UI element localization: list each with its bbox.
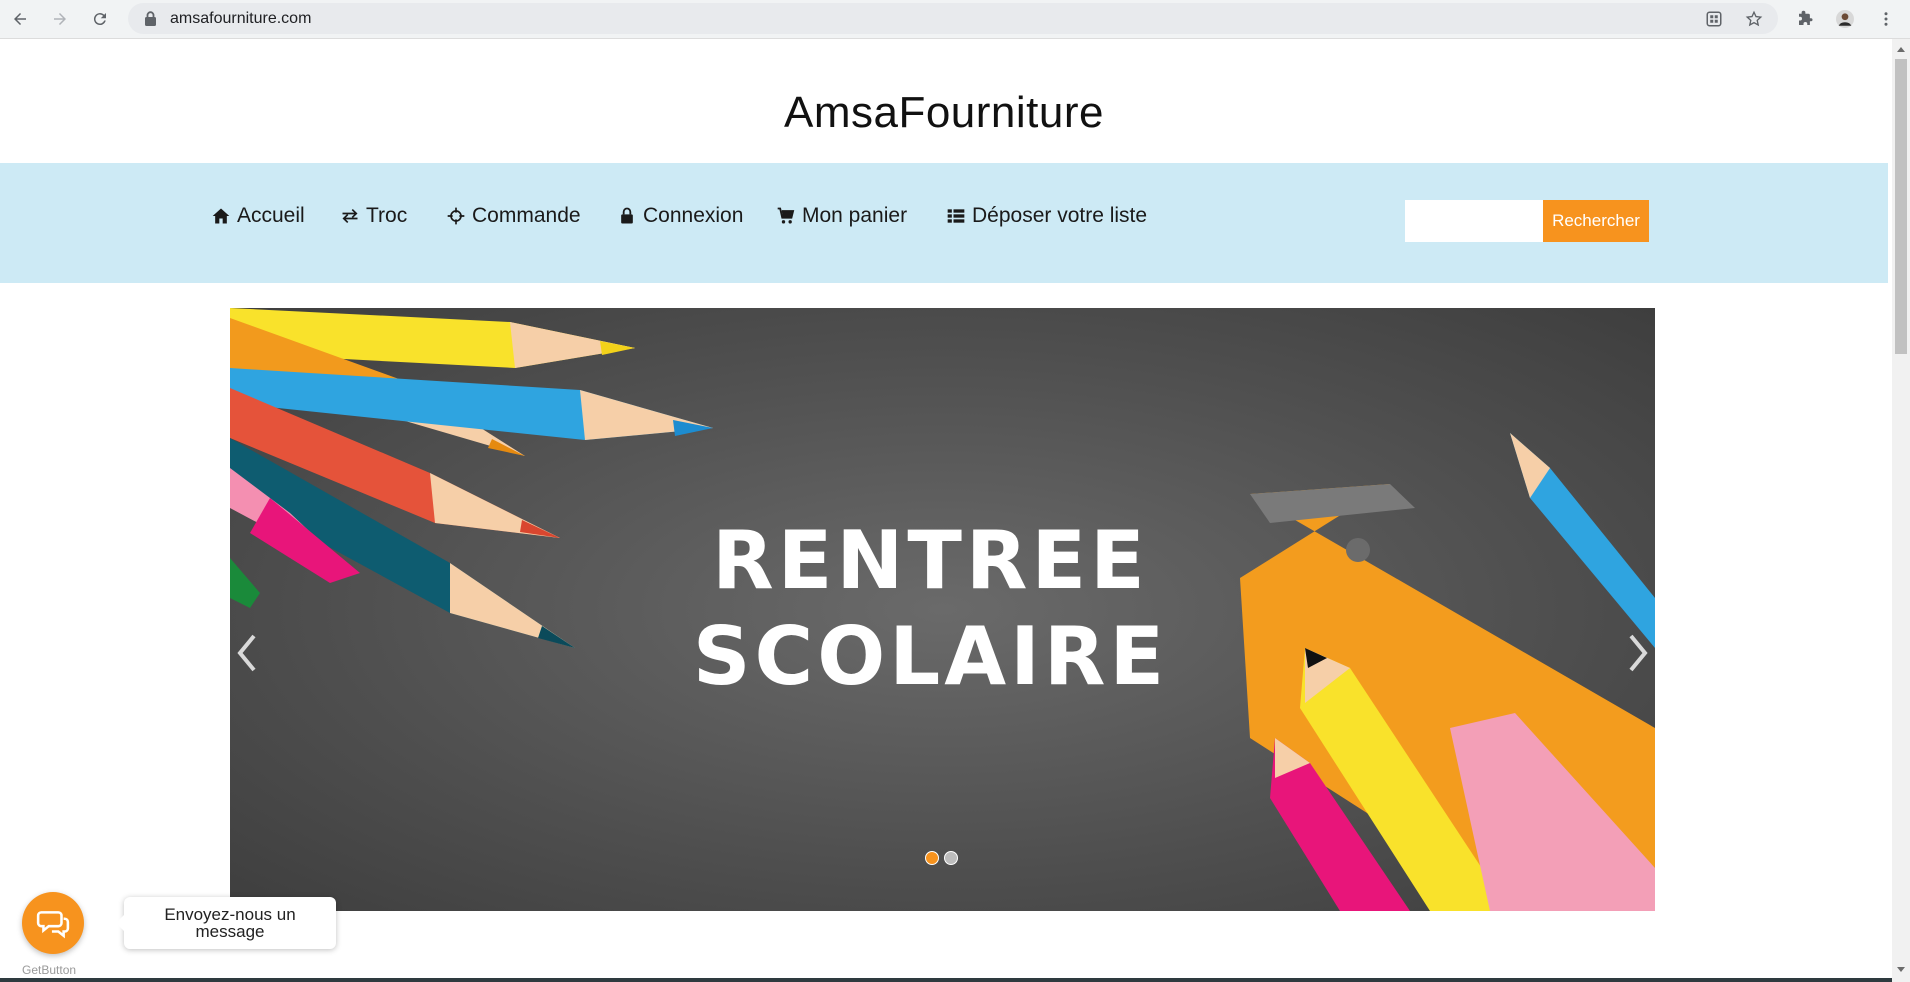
carousel-dot-1[interactable]	[925, 851, 939, 865]
scrollbar-thumb[interactable]	[1895, 59, 1907, 354]
getbutton-brand-label[interactable]: GetButton	[22, 963, 76, 977]
nav-item-mon-panier[interactable]: Mon panier	[776, 201, 907, 231]
search-button[interactable]: Rechercher	[1543, 200, 1649, 242]
qr-code-icon[interactable]	[1700, 5, 1728, 33]
shopping-cart-icon	[777, 207, 795, 224]
banner-title-line1: RENTREE	[712, 514, 1149, 607]
carousel-dot-2[interactable]	[944, 851, 958, 865]
profile-avatar[interactable]	[1831, 5, 1859, 33]
nav-item-deposer-liste[interactable]: Déposer votre liste	[946, 201, 1147, 231]
bookmark-star-icon[interactable]	[1740, 5, 1768, 33]
url-text: amsafourniture.com	[170, 10, 312, 27]
extensions-icon[interactable]	[1791, 5, 1819, 33]
nav-item-accueil[interactable]: Accueil	[211, 201, 305, 231]
nav-item-label: Commande	[472, 204, 581, 227]
carousel-next-button[interactable]	[1623, 628, 1653, 678]
exchange-icon	[342, 209, 358, 223]
carousel-indicators	[925, 851, 958, 865]
back-icon[interactable]	[6, 5, 34, 33]
chat-button[interactable]	[22, 892, 84, 954]
chat-bubbles-icon	[36, 911, 70, 939]
carousel-prev-button[interactable]	[232, 628, 262, 678]
chat-prompt-text: Envoyez-nous un message	[164, 905, 296, 941]
lock-icon	[145, 11, 156, 26]
reload-icon[interactable]	[86, 5, 114, 33]
scroll-up-icon[interactable]	[1897, 47, 1905, 52]
nav-item-troc[interactable]: Troc	[340, 201, 407, 231]
bottom-edge-bar	[0, 978, 1892, 982]
nav-item-connexion[interactable]: Connexion	[617, 201, 743, 231]
main-navbar: Accueil Troc Commande Connexion Mon pani…	[0, 163, 1888, 283]
lock-icon	[621, 207, 633, 224]
nav-item-label: Mon panier	[802, 204, 908, 227]
hero-carousel: RENTREE SCOLAIRE	[230, 308, 1655, 911]
nav-item-label: Accueil	[237, 204, 305, 227]
banner-title-line2: SCOLAIRE	[692, 610, 1169, 703]
list-icon	[947, 209, 965, 223]
search-input[interactable]	[1405, 200, 1543, 242]
site-title[interactable]: AmsaFourniture	[0, 88, 1888, 138]
chevron-right-icon	[1629, 634, 1648, 672]
forward-icon[interactable]	[46, 5, 74, 33]
scroll-down-icon[interactable]	[1897, 967, 1905, 972]
nav-item-label: Troc	[366, 204, 408, 227]
nav-item-label: Déposer votre liste	[972, 204, 1148, 227]
address-bar[interactable]: amsafourniture.com	[128, 3, 1778, 34]
menu-dots-icon[interactable]	[1872, 5, 1900, 33]
nav-item-label: Connexion	[643, 204, 744, 227]
crosshairs-icon	[447, 207, 465, 225]
home-icon	[212, 208, 230, 224]
chat-prompt-bubble[interactable]: Envoyez-nous un message	[116, 897, 336, 949]
browser-toolbar: amsafourniture.com	[0, 0, 1910, 39]
page-scrollbar[interactable]	[1892, 39, 1910, 982]
nav-item-commande[interactable]: Commande	[446, 201, 581, 231]
chevron-left-icon	[237, 634, 256, 672]
